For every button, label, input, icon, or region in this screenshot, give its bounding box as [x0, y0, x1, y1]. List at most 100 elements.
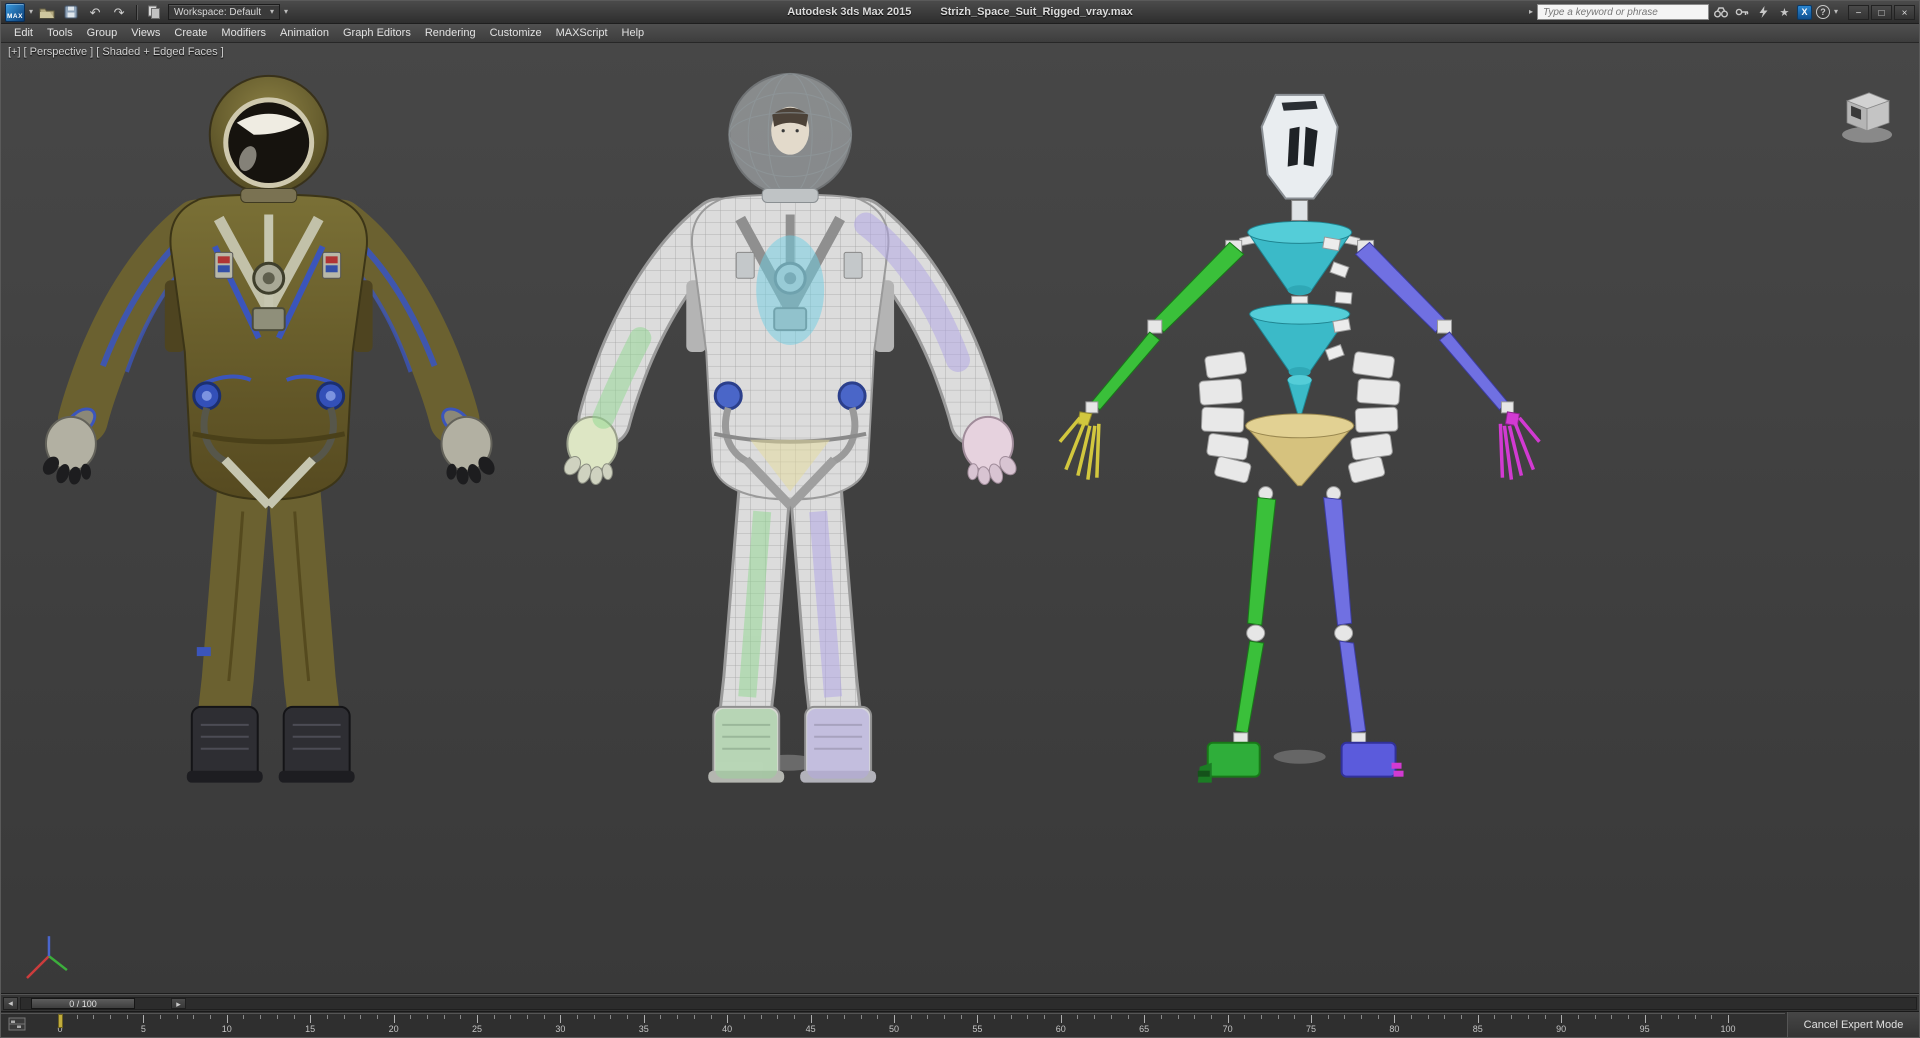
- menu-item-rendering[interactable]: Rendering: [418, 25, 483, 41]
- ruler-tick: [960, 1015, 962, 1019]
- textured-boots: [186, 705, 355, 783]
- time-slider-track[interactable]: 0 / 100 ▸: [20, 996, 1917, 1010]
- infocenter: ▸ ★ X ? ▾ − □ ×: [1529, 4, 1915, 21]
- viewport-general-menu[interactable]: [+]: [8, 46, 21, 58]
- model-textured-suit[interactable]: [39, 74, 497, 783]
- workspace-dropdown[interactable]: Workspace: Default ▾: [168, 4, 281, 20]
- ruler-tick: [1077, 1015, 1079, 1019]
- favorites-star-icon[interactable]: ★: [1776, 4, 1793, 21]
- menu-item-graph-editors[interactable]: Graph Editors: [336, 25, 418, 41]
- ruler-tick: [343, 1015, 345, 1019]
- menu-item-animation[interactable]: Animation: [273, 25, 336, 41]
- menu-item-maxscript[interactable]: MAXScript: [549, 25, 615, 41]
- ruler-tick: [1611, 1015, 1613, 1019]
- ruler-tick: [1244, 1015, 1246, 1019]
- next-frame-button[interactable]: ▸: [171, 997, 186, 1009]
- ruler-tick: [260, 1015, 262, 1019]
- subscription-key-icon[interactable]: [1734, 4, 1751, 21]
- menu-item-help[interactable]: Help: [615, 25, 652, 41]
- menu-item-group[interactable]: Group: [80, 25, 125, 41]
- ruler-tick: [1311, 1015, 1312, 1023]
- ruler-tick: [1210, 1015, 1212, 1019]
- menu-item-views[interactable]: Views: [124, 25, 167, 41]
- save-file-icon[interactable]: [61, 3, 81, 22]
- current-frame-marker[interactable]: [58, 1014, 63, 1028]
- model-wireframe-suit[interactable]: [561, 72, 1019, 783]
- viewport-shading-menu[interactable]: [ Shaded + Edged Faces ]: [96, 46, 224, 58]
- rig-head: [1260, 93, 1339, 221]
- rig-pelvis: [1244, 413, 1355, 502]
- ruler-tick: [443, 1015, 445, 1019]
- undo-icon[interactable]: ↶: [85, 3, 105, 22]
- ruler-tick: [1327, 1015, 1329, 1019]
- ruler-tick: [126, 1015, 128, 1019]
- ruler-tick: [1711, 1015, 1713, 1019]
- ruler-tick: [1060, 1015, 1062, 1023]
- ruler-label: 65: [1139, 1024, 1150, 1034]
- ruler-tick: [1511, 1015, 1513, 1019]
- ruler-tick: [493, 1015, 495, 1019]
- quick-access-customize-icon[interactable]: ▾: [284, 8, 288, 16]
- communication-center-icon[interactable]: [1755, 4, 1772, 21]
- rig-right-leg: [1323, 497, 1404, 778]
- ruler-label: 35: [638, 1024, 649, 1034]
- ruler-tick: [827, 1015, 829, 1019]
- ruler-tick: [560, 1015, 562, 1023]
- ruler-tick: [877, 1015, 879, 1019]
- ruler-tick: [460, 1015, 462, 1019]
- rig-left-leg: [1197, 497, 1277, 783]
- menu-item-create[interactable]: Create: [167, 25, 214, 41]
- menu-item-edit[interactable]: Edit: [7, 25, 40, 41]
- ruler-tick: [927, 1015, 929, 1019]
- menu-item-modifiers[interactable]: Modifiers: [214, 25, 273, 41]
- menu-item-customize[interactable]: Customize: [483, 25, 549, 41]
- viewport-scene[interactable]: [1, 43, 1919, 993]
- main-window: MAX ▾ ↶ ↷ Workspace: Default ▾ ▾ Autodes…: [0, 0, 1920, 1038]
- model-skeleton-rig[interactable]: [1058, 93, 1541, 783]
- close-button[interactable]: ×: [1894, 4, 1915, 20]
- previous-frame-button[interactable]: ◂: [3, 996, 18, 1010]
- track-bar-ruler[interactable]: 0 5 10 15 20 25 30 35 40 45 50 55 60 65 70 75 80 85 90 95 10…: [1, 1012, 1785, 1037]
- viewport-pov-menu[interactable]: [ Perspective ]: [24, 46, 94, 58]
- perspective-viewport[interactable]: [+] [ Perspective ] [ Shaded + Edged Fac…: [1, 43, 1919, 994]
- ruler-tick: [1594, 1015, 1596, 1019]
- ruler-tick: [627, 1015, 629, 1019]
- ruler-tick: [660, 1015, 662, 1019]
- time-slider-handle[interactable]: 0 / 100: [31, 997, 135, 1009]
- ruler-tick: [843, 1015, 845, 1019]
- help-dropdown-arrow-icon[interactable]: ▾: [1834, 8, 1838, 16]
- ruler-tick: [360, 1015, 362, 1019]
- workspace-pages-icon[interactable]: [144, 3, 164, 22]
- ruler-tick: [860, 1015, 862, 1019]
- ruler-tick: [1377, 1015, 1379, 1019]
- ruler-tick: [1444, 1015, 1446, 1019]
- minimize-button[interactable]: −: [1848, 4, 1869, 20]
- ruler-tick: [1160, 1015, 1162, 1019]
- title-bar: MAX ▾ ↶ ↷ Workspace: Default ▾ ▾ Autodes…: [1, 1, 1919, 24]
- rig-spine: [1237, 220, 1363, 415]
- ruler-tick: [426, 1015, 428, 1019]
- help-icon[interactable]: ?: [1815, 5, 1830, 19]
- ruler-tick: [994, 1015, 996, 1019]
- viewcube[interactable]: [1842, 92, 1893, 143]
- search-binoculars-icon[interactable]: [1713, 4, 1730, 21]
- ruler-tick: [894, 1015, 895, 1023]
- infocenter-collapse-icon[interactable]: ▸: [1529, 8, 1533, 16]
- maximize-button[interactable]: □: [1871, 4, 1892, 20]
- application-menu-button[interactable]: MAX: [5, 2, 25, 22]
- ruler-tick: [1644, 1015, 1646, 1023]
- redo-icon[interactable]: ↷: [109, 3, 129, 22]
- exchange-apps-icon[interactable]: X: [1796, 4, 1812, 20]
- search-input[interactable]: [1536, 4, 1709, 20]
- ruler-label: 50: [888, 1024, 900, 1034]
- menu-item-tools[interactable]: Tools: [40, 25, 80, 41]
- ruler-tick: [1110, 1015, 1112, 1019]
- cancel-expert-mode-button[interactable]: Cancel Expert Mode: [1787, 1012, 1919, 1037]
- ruler-tick: [1394, 1015, 1396, 1023]
- open-file-icon[interactable]: [37, 3, 57, 22]
- ruler-tick: [326, 1015, 328, 1019]
- ruler-label: 25: [471, 1024, 483, 1034]
- track-bar: 0 5 10 15 20 25 30 35 40 45 50 55 60 65 70 75 80 85 90 95 10…: [1, 1011, 1919, 1037]
- application-menu-arrow-icon[interactable]: ▾: [29, 8, 33, 16]
- ruler-tick: [1661, 1015, 1663, 1019]
